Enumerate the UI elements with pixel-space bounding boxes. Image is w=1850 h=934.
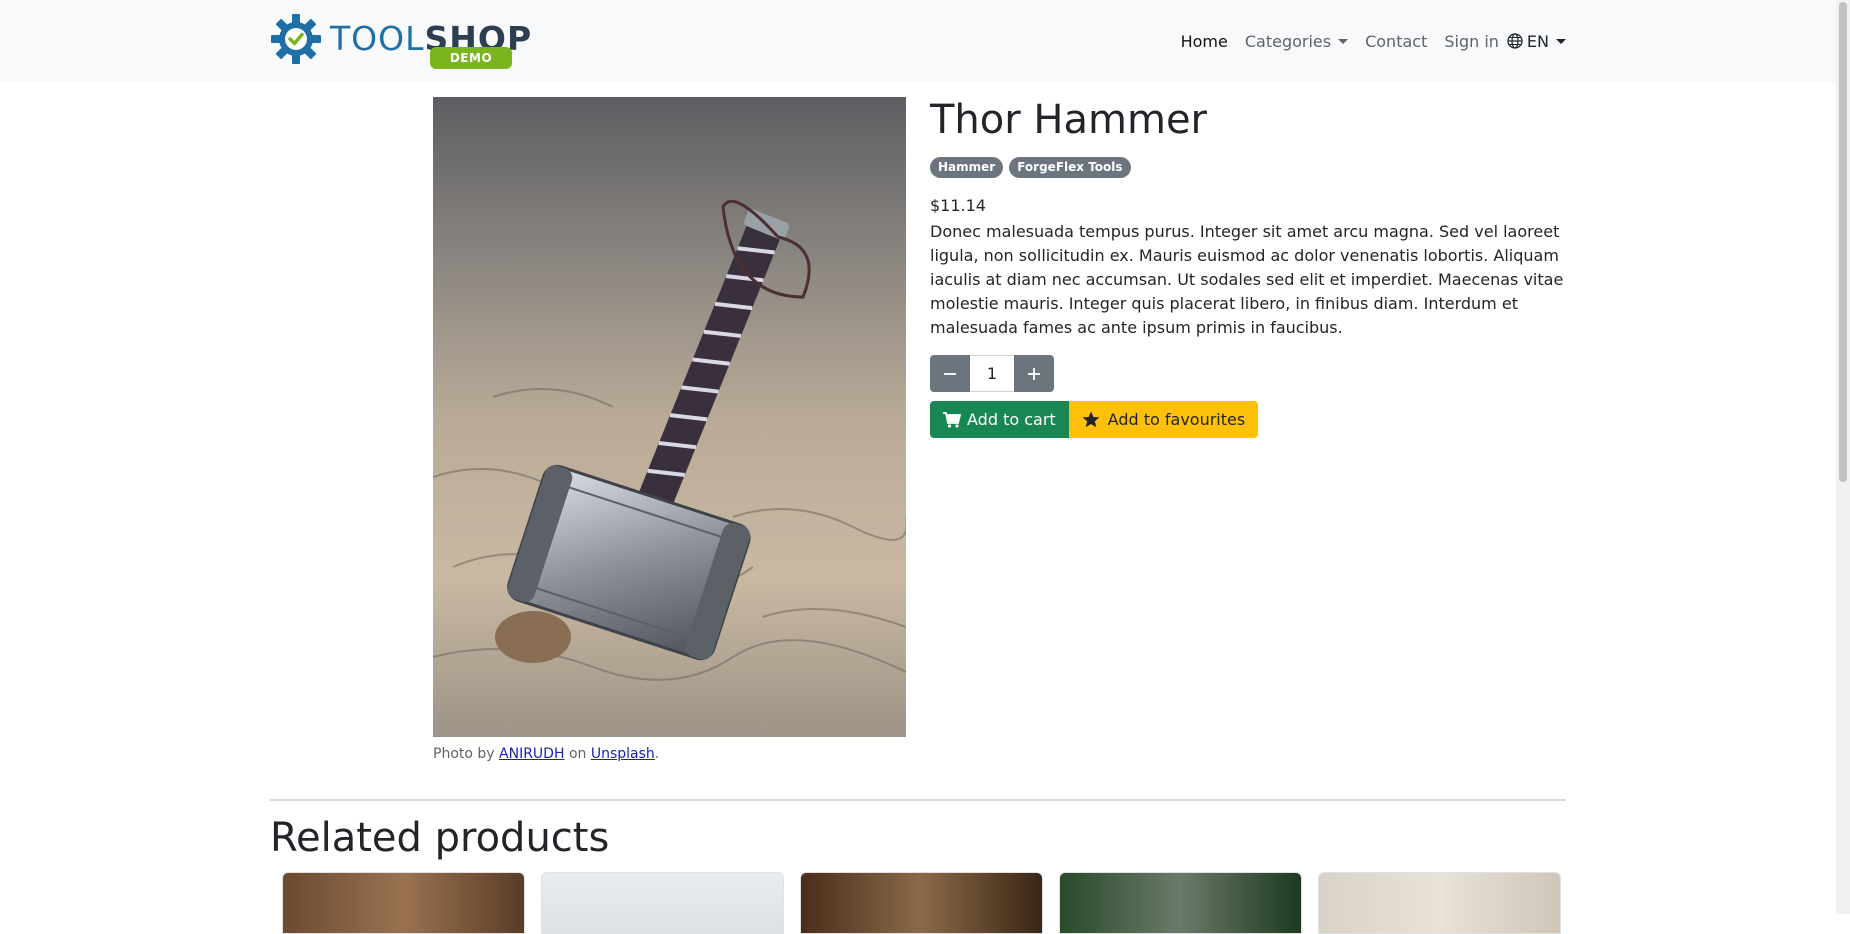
add-to-favourites-button[interactable]: Add to favourites xyxy=(1068,401,1259,438)
nav-categories-label: Categories xyxy=(1244,31,1332,51)
scrollbar-thumb[interactable] xyxy=(1839,2,1847,482)
toolshop-logo[interactable]: TOOLSHOP DEMO xyxy=(270,13,531,69)
add-to-cart-label: Add to cart xyxy=(967,410,1056,429)
language-label: EN xyxy=(1526,31,1549,51)
globe-icon xyxy=(1507,33,1523,49)
photo-credit: Photo by ANIRUDH on Unsplash. xyxy=(433,746,659,762)
category-badge: Hammer xyxy=(930,157,1004,178)
product-actions: Add to cart Add to favourites xyxy=(930,401,1259,438)
caret-down-icon xyxy=(1556,38,1566,44)
unsplash-link[interactable]: Unsplash xyxy=(591,746,655,762)
related-product-card[interactable] xyxy=(1318,872,1561,934)
product-badges: Hammer ForgeFlex Tools xyxy=(930,157,1131,178)
related-products-list xyxy=(282,872,1561,934)
nav-home[interactable]: Home xyxy=(1181,32,1228,51)
product-title: Thor Hammer xyxy=(930,97,1207,143)
photographer-link[interactable]: ANIRUDH xyxy=(499,746,564,762)
photo-credit-prefix: Photo by xyxy=(433,746,495,762)
section-divider xyxy=(270,799,1566,801)
quantity-stepper xyxy=(930,355,1054,392)
product-image xyxy=(433,97,906,737)
increase-quantity-button[interactable] xyxy=(1014,355,1054,392)
brand-badge: ForgeFlex Tools xyxy=(1009,157,1131,178)
product-description: Donec malesuada tempus purus. Integer si… xyxy=(930,222,1564,337)
related-product-card[interactable] xyxy=(1059,872,1302,934)
logo-tool-text: TOOL xyxy=(330,19,425,58)
caret-down-icon xyxy=(1338,38,1349,44)
nav-contact[interactable]: Contact xyxy=(1365,32,1427,51)
language-dropdown[interactable]: EN xyxy=(1507,32,1566,51)
photo-credit-suffix: . xyxy=(654,746,660,762)
cart-icon xyxy=(943,411,961,428)
navbar: TOOLSHOP DEMO Home Categories Contact Si… xyxy=(0,0,1836,82)
plus-icon xyxy=(1028,367,1040,380)
add-to-favourites-label: Add to favourites xyxy=(1107,410,1246,429)
related-product-card[interactable] xyxy=(541,872,784,934)
related-product-card[interactable] xyxy=(282,872,525,934)
star-icon xyxy=(1082,411,1100,428)
product-price: $11.14 xyxy=(930,196,986,215)
add-to-cart-button[interactable]: Add to cart xyxy=(930,401,1069,438)
gear-check-icon xyxy=(271,14,321,64)
nav-categories-dropdown[interactable]: Categories xyxy=(1244,31,1349,51)
decrease-quantity-button[interactable] xyxy=(930,355,970,392)
main-nav: Home Categories Contact Sign in EN xyxy=(1164,28,1566,54)
photo-credit-middle: on xyxy=(568,746,587,762)
nav-sign-in[interactable]: Sign in xyxy=(1444,32,1499,51)
logo-demo-badge: DEMO xyxy=(430,47,512,69)
thor-hammer-photo xyxy=(433,97,906,737)
related-products-title: Related products xyxy=(270,815,610,861)
page-scrollbar[interactable] xyxy=(1836,0,1850,914)
minus-icon xyxy=(944,372,956,375)
related-product-card[interactable] xyxy=(800,872,1043,934)
quantity-input[interactable] xyxy=(970,355,1014,392)
